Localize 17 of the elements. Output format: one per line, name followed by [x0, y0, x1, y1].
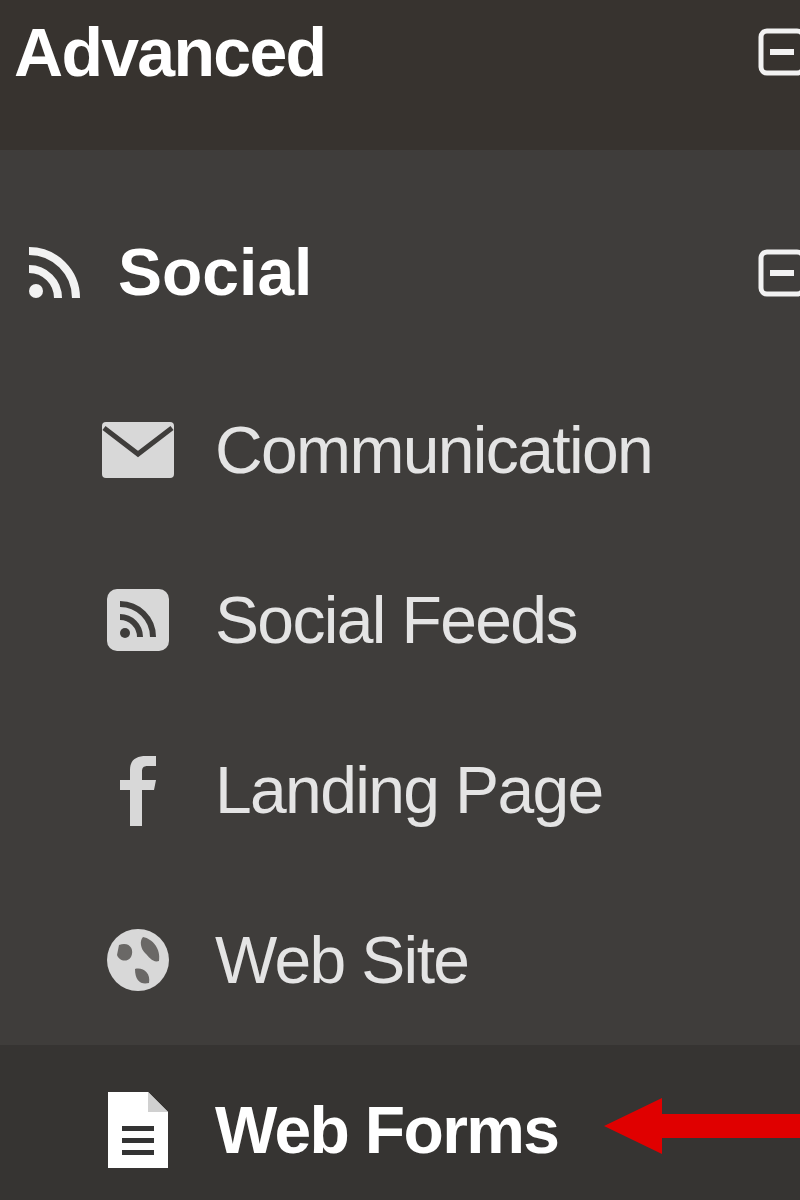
collapse-icon[interactable] — [758, 28, 800, 76]
menu-item-label: Web Forms — [215, 1091, 559, 1169]
group-label: Social — [118, 234, 313, 311]
globe-icon — [104, 927, 171, 993]
menu-item[interactable]: Web Forms — [0, 1045, 800, 1200]
menu-item-label: Web Site — [215, 921, 469, 999]
menu-item-label: Social Feeds — [215, 581, 577, 659]
document-icon — [105, 1090, 170, 1170]
menu-item-label: Communication — [215, 411, 653, 489]
arrow-icon — [604, 1096, 800, 1156]
menu-item-label: Landing Page — [215, 751, 603, 829]
rss-icon — [104, 587, 171, 653]
envelope-icon — [99, 420, 176, 480]
collapse-icon[interactable] — [758, 248, 800, 297]
section-title: Advanced — [14, 14, 326, 90]
section-header[interactable]: Advanced — [0, 0, 800, 150]
group-row[interactable]: Social — [0, 150, 800, 365]
